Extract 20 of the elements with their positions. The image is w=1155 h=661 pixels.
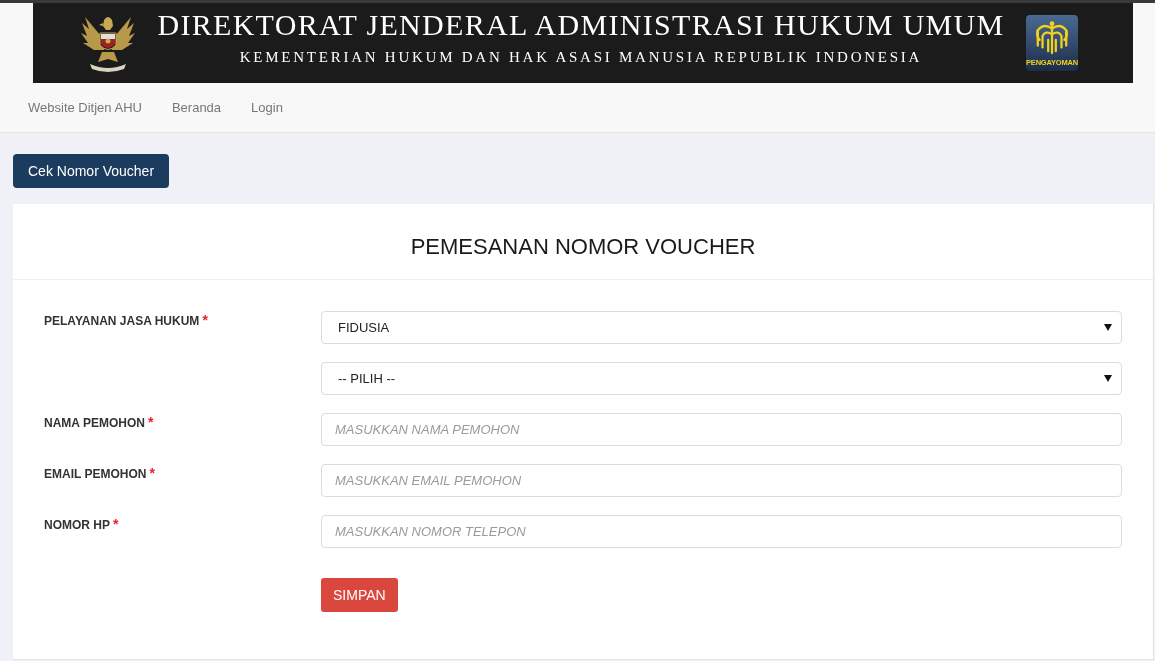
nav-link[interactable]: Website Ditjen AHU (28, 100, 142, 115)
field-label: NAMA PEMOHON * (44, 413, 154, 432)
dropdown[interactable]: FIDUSIA (321, 311, 1122, 344)
text-input[interactable]: MASUKKAN NOMOR TELEPON (321, 515, 1122, 548)
caret-down-icon (1104, 375, 1112, 382)
field-label: NOMOR HP * (44, 515, 119, 534)
text-input[interactable]: MASUKKAN NAMA PEMOHON (321, 413, 1122, 446)
nav-link[interactable]: Beranda (171, 100, 222, 115)
save-button[interactable]: SIMPAN (321, 578, 398, 612)
caret-down-icon (1104, 324, 1112, 331)
field-label: PELAYANAN JASA HUKUM * (44, 311, 208, 330)
field-label: EMAIL PEMOHON * (44, 464, 155, 483)
dropdown[interactable]: -- PILIH -- (321, 362, 1122, 395)
text-input[interactable]: MASUKKAN EMAIL PEMOHON (321, 464, 1122, 497)
banner-subtitle: KEMENTERIAN HUKUM DAN HAK ASASI MANUSIA REPUBLIK INDONESIA (239, 48, 923, 66)
form-title: PEMESANAN NOMOR VOUCHER (410, 233, 756, 260)
tree-icon (1034, 19, 1070, 55)
banner-title: DIREKTORAT JENDERAL ADMINISTRASI HUKUM UMUM (157, 9, 1005, 41)
nav-link[interactable]: Login (251, 100, 283, 115)
check-voucher-button[interactable]: Cek Nomor Voucher (13, 154, 170, 188)
